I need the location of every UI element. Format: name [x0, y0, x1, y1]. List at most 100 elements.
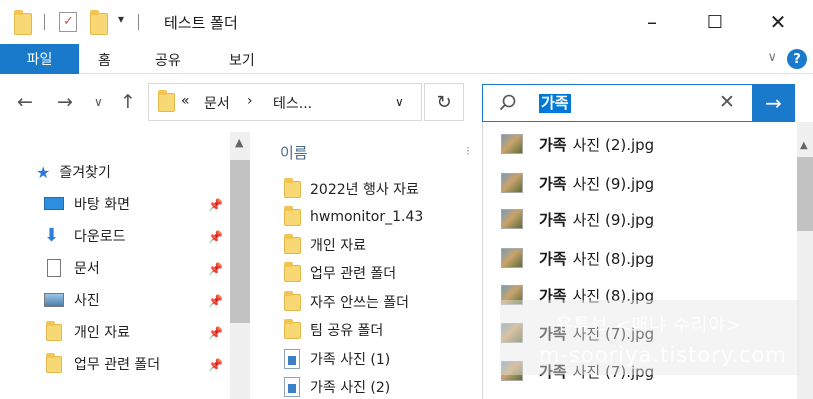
ribbon-expand-icon[interactable]: ∨	[767, 50, 777, 65]
sidebar-item-desktop[interactable]: 바탕 화면	[44, 190, 130, 218]
list-item-label: 가족 사진 (2)	[310, 380, 391, 396]
divider	[138, 14, 139, 30]
folder-icon	[158, 90, 175, 112]
search-box[interactable]: 가족 ✕ →	[482, 84, 795, 122]
folder-icon	[283, 234, 301, 255]
breadcrumb-documents[interactable]: 문서	[204, 93, 230, 113]
quick-access-label: 즐겨찾기	[59, 165, 111, 181]
folder-icon	[283, 178, 301, 199]
suggestion-item[interactable]: 가족 사진 (8).jpg	[501, 243, 654, 273]
suggestion-match: 가족	[539, 135, 567, 154]
breadcrumb-overflow[interactable]: «	[181, 93, 190, 109]
list-item[interactable]: 2022년 행사 자료	[283, 175, 419, 203]
back-button[interactable]: ←	[17, 91, 33, 113]
forward-button[interactable]: →	[57, 91, 73, 113]
image-file-icon	[283, 349, 301, 369]
sidebar-item-label: 다운로드	[74, 229, 126, 245]
suggestion-match: 가족	[539, 210, 567, 229]
suggestion-item[interactable]: 가족 사진 (9).jpg	[501, 168, 654, 198]
tab-share[interactable]: 공유	[155, 50, 181, 70]
pin-icon[interactable]: 📌	[208, 230, 223, 244]
image-file-icon	[283, 377, 301, 397]
navigation-pane: ★ 즐겨찾기 바탕 화면 📌 ⬇ 다운로드 📌 문서 📌 사진 📌 개인 자료 …	[0, 132, 252, 399]
up-button[interactable]: ↑	[120, 91, 136, 113]
sidebar-item-downloads[interactable]: ⬇ 다운로드	[44, 222, 126, 250]
minimize-button[interactable]: –	[629, 0, 675, 44]
list-item[interactable]: 가족 사진 (2)	[283, 373, 390, 399]
photo-thumbnail-icon	[501, 173, 523, 193]
search-go-button[interactable]: →	[752, 84, 795, 122]
tab-file[interactable]: 파일	[0, 44, 79, 74]
pin-icon[interactable]: 📌	[208, 326, 223, 340]
download-icon: ⬇	[44, 225, 60, 246]
sidebar-item-work[interactable]: 업무 관련 폴더	[44, 350, 160, 378]
column-header-name[interactable]: 이름	[280, 142, 308, 163]
suggestion-match: 가족	[539, 174, 567, 193]
scrollbar-thumb[interactable]	[797, 157, 813, 231]
photo-thumbnail-icon	[501, 248, 523, 268]
sidebar-item-label: 개인 자료	[74, 325, 130, 341]
qat-dropdown-icon[interactable]: ▾	[118, 12, 124, 26]
photo-thumbnail-icon	[501, 134, 523, 154]
pin-icon[interactable]: 📌	[208, 198, 223, 212]
address-bar[interactable]: « 문서 › 테스... ∨	[148, 83, 422, 121]
list-item[interactable]: 업무 관련 폴더	[283, 259, 396, 287]
sidebar-item-pictures[interactable]: 사진	[44, 286, 100, 314]
pin-icon[interactable]: 📌	[208, 262, 223, 276]
sidebar-item-documents[interactable]: 문서	[44, 254, 100, 282]
suggestion-item[interactable]: 가족 사진 (9).jpg	[501, 204, 654, 234]
list-item-label: 업무 관련 폴더	[310, 266, 397, 282]
list-item[interactable]: hwmonitor_1.43	[283, 203, 423, 231]
search-input[interactable]: 가족	[539, 94, 571, 113]
breadcrumb-current[interactable]: 테스...	[273, 93, 312, 113]
new-folder-icon[interactable]	[90, 10, 108, 35]
folder-icon	[283, 206, 301, 227]
navpane-scrollbar[interactable]: ▲	[230, 132, 250, 399]
folder-icon	[44, 353, 64, 373]
column-resize-handle[interactable]: ⁝	[466, 144, 470, 158]
ribbon-tabs: 파일 홈 공유 보기 ∨ ?	[0, 44, 813, 74]
clear-search-icon[interactable]: ✕	[719, 91, 735, 113]
scrollbar-thumb[interactable]	[230, 160, 250, 323]
scroll-up-icon[interactable]: ▲	[235, 136, 243, 149]
scroll-up-icon[interactable]: ▲	[800, 140, 808, 151]
pictures-icon	[44, 291, 64, 309]
recent-locations-button[interactable]: ∨	[94, 95, 103, 109]
title-bar: ✓ ▾ 테스트 폴더 – ☐ ✕	[0, 0, 813, 44]
sidebar-item-personal[interactable]: 개인 자료	[44, 318, 130, 346]
suggestion-rest: 사진 (8).jpg	[572, 249, 655, 268]
properties-icon[interactable]: ✓	[59, 12, 77, 32]
suggestion-rest: 사진 (9).jpg	[572, 174, 655, 193]
list-item-label: 자주 안쓰는 폴더	[310, 295, 410, 311]
desktop-icon	[44, 195, 64, 213]
divider	[44, 14, 45, 30]
suggestion-item[interactable]: 가족 사진 (2).jpg	[501, 129, 654, 159]
suggestion-match: 가족	[539, 249, 567, 268]
window-title: 테스트 폴더	[164, 14, 238, 32]
search-icon	[499, 94, 517, 117]
list-item[interactable]: 자주 안쓰는 폴더	[283, 288, 409, 316]
refresh-button[interactable]: ↻	[424, 83, 464, 121]
pin-icon[interactable]: 📌	[208, 294, 223, 308]
list-item-label: hwmonitor_1.43	[310, 209, 424, 225]
quick-access[interactable]: ★ 즐겨찾기	[36, 158, 111, 186]
breadcrumb-separator[interactable]: ›	[247, 93, 253, 109]
sidebar-item-label: 업무 관련 폴더	[74, 357, 161, 373]
list-item-label: 개인 자료	[310, 238, 366, 254]
suggestion-rest: 사진 (9).jpg	[572, 210, 655, 229]
maximize-button[interactable]: ☐	[692, 0, 738, 44]
tab-home[interactable]: 홈	[98, 50, 111, 70]
list-item[interactable]: 개인 자료	[283, 231, 366, 259]
address-dropdown-icon[interactable]: ∨	[395, 95, 404, 109]
file-list: 이름 ⁝ 2022년 행사 자료 hwmonitor_1.43 개인 자료 업무…	[270, 132, 480, 399]
file-explorer-window: ✓ ▾ 테스트 폴더 – ☐ ✕ 파일 홈 공유 보기 ∨ ? ← → ∨ ↑ …	[0, 0, 813, 399]
tab-view[interactable]: 보기	[229, 50, 255, 70]
close-button[interactable]: ✕	[755, 0, 801, 44]
pin-icon[interactable]: 📌	[208, 358, 223, 372]
help-button[interactable]: ?	[787, 49, 807, 69]
folder-icon	[283, 262, 301, 283]
folder-icon	[283, 291, 301, 312]
list-item[interactable]: 팀 공유 폴더	[283, 316, 383, 344]
suggestion-rest: 사진 (2).jpg	[572, 135, 655, 154]
list-item[interactable]: 가족 사진 (1)	[283, 345, 390, 373]
